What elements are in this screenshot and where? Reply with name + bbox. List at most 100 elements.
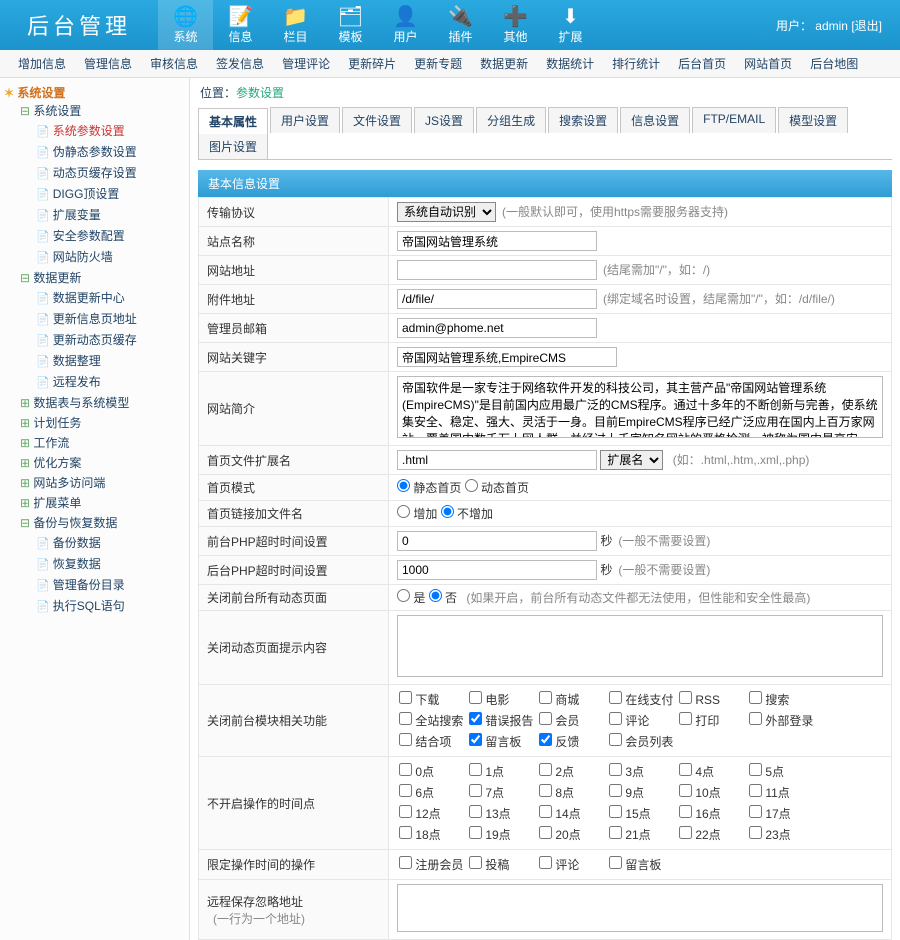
subnav-item[interactable]: 审核信息 [150, 55, 198, 72]
tree-leaf[interactable]: 更新动态页缓存 [53, 333, 137, 347]
tree-leaf[interactable]: 扩展变量 [53, 208, 101, 222]
check-9点[interactable] [609, 784, 622, 797]
subnav-item[interactable]: 管理信息 [84, 55, 132, 72]
indexext-select[interactable]: 扩展名 [600, 450, 663, 470]
logout-link[interactable]: [退出] [851, 19, 882, 33]
topnav-系统[interactable]: 🌐系统 [158, 0, 213, 50]
tree-leaf[interactable]: 网站防火墙 [53, 250, 113, 264]
check-16点[interactable] [679, 805, 692, 818]
check-10点[interactable] [679, 784, 692, 797]
check-外部登录[interactable] [749, 712, 762, 725]
subnav-item[interactable]: 网站首页 [744, 55, 792, 72]
check-5点[interactable] [749, 763, 762, 776]
topnav-模板[interactable]: 🗂模板 [323, 0, 378, 50]
tree-leaf[interactable]: 安全参数配置 [53, 229, 125, 243]
backtime-input[interactable] [397, 560, 597, 580]
tree-leaf[interactable]: 管理备份目录 [53, 578, 125, 592]
check-在线支付[interactable] [609, 691, 622, 704]
tab-3[interactable]: JS设置 [414, 107, 474, 133]
tree-cat[interactable]: 网站多访问端 [20, 476, 105, 490]
check-6点[interactable] [399, 784, 412, 797]
check-评论[interactable] [609, 712, 622, 725]
tab-7[interactable]: FTP/EMAIL [692, 107, 776, 133]
check-留言板[interactable] [609, 856, 622, 869]
check-13点[interactable] [469, 805, 482, 818]
check-1点[interactable] [469, 763, 482, 776]
check-注册会员[interactable] [399, 856, 412, 869]
tab-8[interactable]: 模型设置 [778, 107, 848, 133]
check-留言板[interactable] [469, 733, 482, 746]
tree-leaf[interactable]: 备份数据 [53, 536, 101, 550]
tree-cat[interactable]: 数据表与系统模型 [20, 396, 129, 410]
check-14点[interactable] [539, 805, 552, 818]
check-11点[interactable] [749, 784, 762, 797]
check-21点[interactable] [609, 826, 622, 839]
check-投稿[interactable] [469, 856, 482, 869]
check-错误报告[interactable] [469, 712, 482, 725]
intro-textarea[interactable]: 帝国软件是一家专注于网络软件开发的科技公司，其主营产品"帝国网站管理系统(Emp… [397, 376, 883, 438]
check-20点[interactable] [539, 826, 552, 839]
check-RSS[interactable] [679, 691, 692, 704]
topnav-其他[interactable]: ➕其他 [488, 0, 543, 50]
tree-leaf[interactable]: DIGG顶设置 [53, 187, 120, 201]
tree-leaf[interactable]: 数据更新中心 [53, 291, 125, 305]
tree-leaf[interactable]: 数据整理 [53, 354, 101, 368]
check-会员[interactable] [539, 712, 552, 725]
check-2点[interactable] [539, 763, 552, 776]
subnav-item[interactable]: 数据统计 [546, 55, 594, 72]
tab-0[interactable]: 基本属性 [198, 108, 268, 134]
linkadd-no[interactable] [441, 505, 454, 518]
check-19点[interactable] [469, 826, 482, 839]
subnav-item[interactable]: 增加信息 [18, 55, 66, 72]
linkadd-yes[interactable] [397, 505, 410, 518]
tree-cat[interactable]: 优化方案 [20, 456, 81, 470]
breadcrumb-current[interactable]: 参数设置 [236, 86, 284, 100]
subnav-item[interactable]: 更新碎片 [348, 55, 396, 72]
tree-leaf[interactable]: 执行SQL语句 [53, 599, 125, 613]
check-12点[interactable] [399, 805, 412, 818]
check-22点[interactable] [679, 826, 692, 839]
tree-cat[interactable]: 系统设置 [20, 104, 81, 118]
check-3点[interactable] [609, 763, 622, 776]
subnav-item[interactable]: 排行统计 [612, 55, 660, 72]
check-反馈[interactable] [539, 733, 552, 746]
topnav-插件[interactable]: 🔌插件 [433, 0, 488, 50]
check-17点[interactable] [749, 805, 762, 818]
tree-cat[interactable]: 备份与恢复数据 [20, 516, 117, 530]
topnav-栏目[interactable]: 📁栏目 [268, 0, 323, 50]
check-评论[interactable] [539, 856, 552, 869]
subnav-item[interactable]: 后台地图 [810, 55, 858, 72]
tree-leaf[interactable]: 系统参数设置 [53, 124, 125, 138]
tree-leaf[interactable]: 恢复数据 [53, 557, 101, 571]
topnav-信息[interactable]: 📝信息 [213, 0, 268, 50]
tree-cat[interactable]: 数据更新 [20, 271, 81, 285]
subnav-item[interactable]: 更新专题 [414, 55, 462, 72]
closefront-no[interactable] [429, 589, 442, 602]
tree-cat[interactable]: 计划任务 [20, 416, 81, 430]
check-18点[interactable] [399, 826, 412, 839]
tab-2[interactable]: 文件设置 [342, 107, 412, 133]
fronttime-input[interactable] [397, 531, 597, 551]
protocol-select[interactable]: 系统自动识别 [397, 202, 496, 222]
check-结合项[interactable] [399, 733, 412, 746]
indexmode-dynamic[interactable] [465, 479, 478, 492]
check-会员列表[interactable] [609, 733, 622, 746]
tree-cat[interactable]: 工作流 [20, 436, 69, 450]
tree-leaf[interactable]: 更新信息页地址 [53, 312, 137, 326]
siteurl-input[interactable] [397, 260, 597, 280]
check-23点[interactable] [749, 826, 762, 839]
tab-4[interactable]: 分组生成 [476, 107, 546, 133]
check-电影[interactable] [469, 691, 482, 704]
check-下载[interactable] [399, 691, 412, 704]
check-全站搜索[interactable] [399, 712, 412, 725]
closefront-yes[interactable] [397, 589, 410, 602]
adminmail-input[interactable] [397, 318, 597, 338]
subnav-item[interactable]: 管理评论 [282, 55, 330, 72]
check-打印[interactable] [679, 712, 692, 725]
closetip-textarea[interactable] [397, 615, 883, 677]
indexmode-static[interactable] [397, 479, 410, 492]
indexext-input[interactable] [397, 450, 597, 470]
check-商城[interactable] [539, 691, 552, 704]
check-0点[interactable] [399, 763, 412, 776]
tab-5[interactable]: 搜索设置 [548, 107, 618, 133]
